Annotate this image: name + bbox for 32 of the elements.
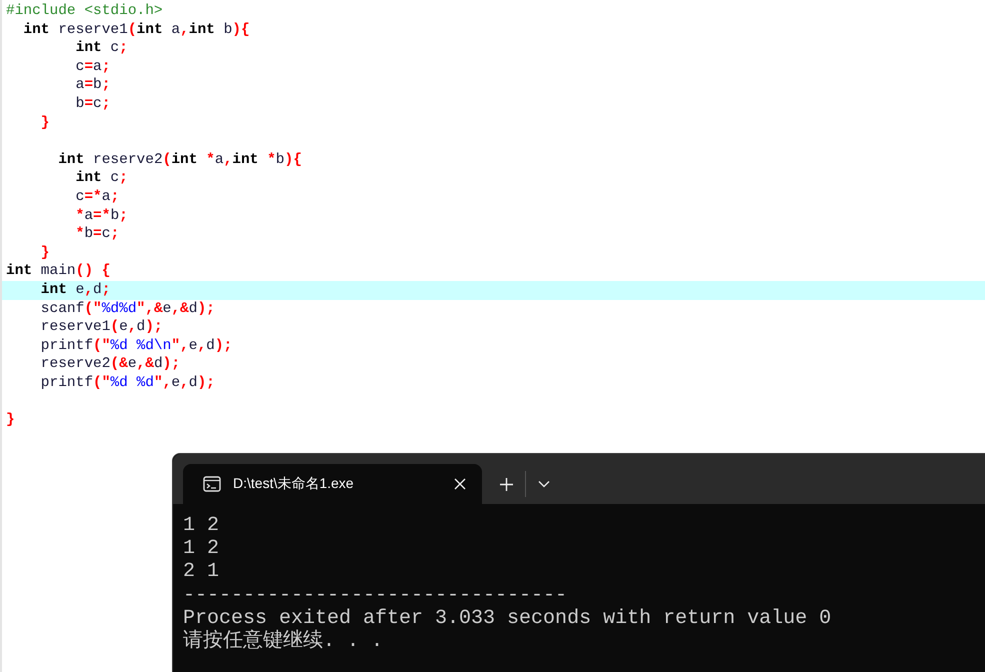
code-line: } — [40, 114, 51, 132]
code-line: printf("%d %d\n",e,d); — [40, 336, 234, 356]
output-line: 2 1 — [183, 560, 220, 584]
close-icon[interactable] — [454, 478, 466, 490]
chevron-down-icon[interactable] — [538, 480, 550, 488]
code-line: int main() { — [5, 262, 112, 281]
code-line: *b=c; — [74, 225, 120, 244]
code-line: scanf("%d%d",&e,&d); — [40, 300, 216, 318]
code-line: b=c; — [74, 94, 112, 114]
code-line: *a=*b; — [74, 206, 129, 226]
code-line: int c; — [74, 39, 129, 58]
tab-title: D:\test\未命名1.exe — [233, 475, 355, 493]
output-line: 1 2 — [183, 514, 220, 538]
terminal-icon — [203, 476, 221, 492]
code-line: int reserve1(int a,int b){ — [22, 20, 251, 40]
output-line: 请按任意键继续. . . — [183, 630, 384, 654]
output-line: Process exited after 3.033 seconds with return value 0 — [183, 606, 832, 630]
output-line: 1 2 — [183, 537, 220, 560]
code-line: c=*a; — [74, 188, 120, 207]
code-line: int reserve2(int *a,int *b){ — [57, 150, 303, 170]
code-line: int c; — [74, 169, 129, 188]
code-line: a=b; — [74, 76, 112, 95]
code-line: reserve2(&e,&d); — [40, 355, 182, 374]
terminal-tab[interactable]: D:\test\未命名1.exe — [183, 464, 482, 504]
code-line: } — [40, 244, 51, 262]
code-line: printf("%d %d",e,d); — [40, 374, 216, 392]
code-line: c=a; — [74, 58, 112, 76]
code-line: reserve1(e,d); — [40, 318, 164, 337]
output-line: -------------------------------- — [183, 584, 568, 607]
code-line: } — [5, 411, 16, 430]
plus-icon[interactable] — [500, 478, 513, 490]
code-line: #include <stdio.h> — [5, 2, 164, 21]
